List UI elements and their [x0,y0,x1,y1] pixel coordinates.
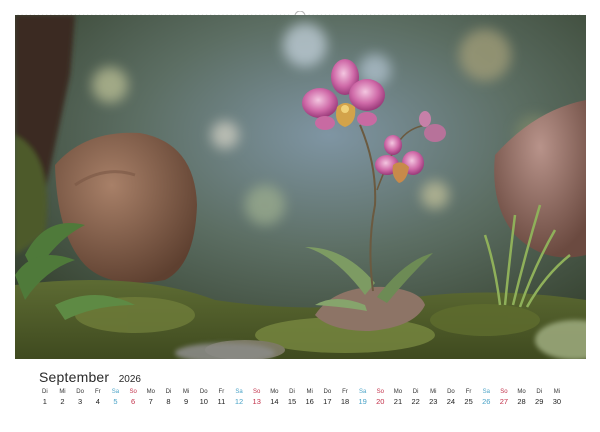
weekday-label: Fr [218,389,225,395]
weekday-label: So [500,389,508,395]
day-number: 14 [270,397,279,406]
day-number: 19 [358,397,367,406]
day-cell: Sa 5 [107,388,125,412]
day-cell: Do 24 [442,388,460,412]
weekday-label: Fr [342,389,348,395]
day-number: 21 [393,397,403,406]
weekday-label: So [253,389,261,395]
day-number: 12 [234,397,244,406]
weekday-label: Fr [465,389,472,395]
weekday-label: Mi [182,389,190,395]
day-number: 6 [131,397,136,406]
day-number: 25 [464,397,473,406]
weekday-label: Do [199,389,208,395]
weekday-label: Sa [358,389,367,395]
day-number: 10 [199,397,208,406]
day-cell: Mo 7 [142,388,160,412]
day-number: 1 [42,397,47,406]
day-number: 8 [166,397,171,406]
day-number: 23 [429,397,438,406]
day-cell: Do 10 [195,388,213,412]
year-label: 2026 [118,374,141,385]
day-cell: Mi 9 [177,388,195,412]
day-number: 20 [376,397,385,406]
day-number: 11 [217,397,226,406]
day-number: 2 [60,397,65,406]
weekday-label: Di [289,389,295,395]
day-cell: Mi 23 [424,388,442,412]
weekday-label: Mo [146,389,155,395]
month-name: September [39,369,110,385]
day-cell: Mi 2 [54,388,72,412]
day-number: 22 [411,397,420,406]
day-cell: So 20 [371,388,389,412]
day-cell: Di 29 [530,388,548,412]
day-cell: Fr 18 [336,388,354,412]
day-number: 9 [183,397,189,406]
weekday-label: Di [536,389,543,395]
weekday-label: Mo [517,389,526,395]
day-number: 26 [482,397,491,406]
day-cell: Sa 26 [477,388,495,412]
weekday-label: Fr [94,389,101,395]
day-number: 3 [78,397,83,406]
weekday-label: Mi [306,389,313,395]
day-cell: Di 8 [160,388,178,412]
day-number: 4 [95,397,100,406]
day-cell: Sa 12 [230,388,248,412]
day-cell: So 13 [248,388,266,412]
day-cell: Fr 25 [460,388,478,412]
day-number: 15 [287,397,297,406]
weekday-label: Mi [59,389,66,395]
weekday-label: Mi [553,389,561,395]
day-cell: Mo 28 [513,388,531,412]
day-grid: Di 1 Mi 2 Do 3 Fr 4 Sa 5 So 6 Mo 7 Di 8 Mi 9 Do 10 Fr 11 Sa 12 S… [36,388,566,412]
weekday-label: Mi [430,389,437,395]
calendar-page: September 2026 Di 1 Mi 2 Do 3 Fr 4 Sa 5 So 6 Mo 7 Di 8 M… [0,0,600,432]
day-number: 17 [323,397,332,406]
weekday-label: Di [412,389,419,395]
calendar-strip: September 2026 Di 1 Mi 2 Do 3 Fr 4 Sa 5 So 6 Mo 7 Di 8 M… [15,359,586,416]
day-number: 24 [446,397,456,406]
day-cell: Di 15 [283,388,301,412]
weekday-label: So [129,389,137,395]
day-cell: So 27 [495,388,513,412]
day-number: 16 [305,397,314,406]
day-cell: Mo 14 [266,388,284,412]
day-number: 27 [499,397,509,406]
month-title: September 2026 [39,369,141,387]
day-number: 5 [113,397,118,406]
weekday-label: Do [447,389,455,395]
weekday-label: Do [323,389,332,395]
day-number: 30 [552,397,562,406]
day-number: 7 [148,397,153,406]
day-cell: So 6 [124,388,142,412]
weekday-label: Di [165,389,172,395]
weekday-label: Mo [270,389,279,395]
day-cell: Mo 21 [389,388,407,412]
weekday-label: Sa [235,389,243,395]
day-number: 18 [340,397,350,406]
day-cell: Fr 4 [89,388,107,412]
weekday-label: Sa [482,389,490,395]
weekday-label: Sa [111,389,120,395]
day-number: 29 [535,397,544,406]
day-cell: Fr 11 [213,388,231,412]
orchid-photo [15,15,586,359]
day-cell: Do 3 [71,388,89,412]
weekday-label: Mo [393,389,403,395]
day-cell: Mi 30 [548,388,566,412]
day-number: 28 [517,397,526,406]
weekday-label: So [376,389,384,395]
day-cell: Sa 19 [354,388,372,412]
weekday-label: Di [41,389,48,395]
day-cell: Di 1 [36,388,54,412]
day-number: 13 [252,397,261,406]
weekday-label: Do [76,389,84,395]
day-cell: Do 17 [319,388,337,412]
day-cell: Di 22 [407,388,425,412]
day-cell: Mi 16 [301,388,319,412]
